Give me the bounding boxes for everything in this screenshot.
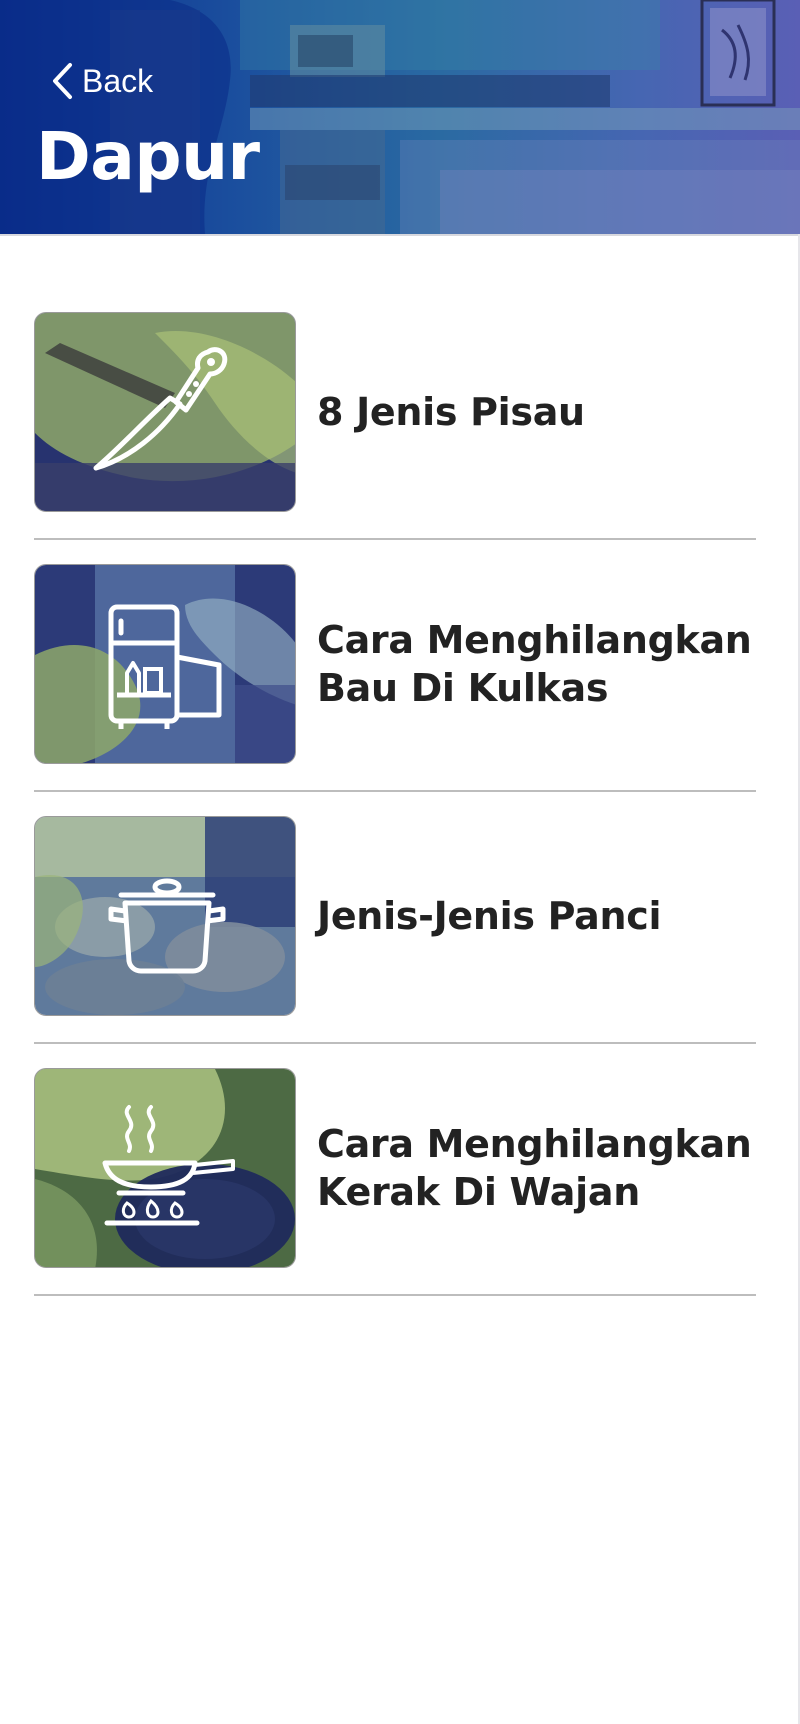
page-title: Dapur [36, 118, 260, 195]
cooking-pot-icon [108, 878, 226, 974]
list-item-title: Cara Menghilangkan Kerak Di Wajan [317, 1122, 752, 1214]
thumbnail-image [34, 816, 296, 1016]
header-banner: Back Dapur [0, 0, 800, 234]
list-divider [34, 538, 756, 540]
back-label: Back [82, 62, 154, 99]
knife-icon [93, 347, 228, 471]
header-divider [0, 234, 800, 236]
thumbnail-image [34, 564, 296, 764]
list-divider [34, 1294, 756, 1296]
list-divider [34, 790, 756, 792]
back-button[interactable]: Back [50, 58, 153, 104]
list-item-jenis-panci[interactable]: Jenis-Jenis Panci [34, 816, 756, 1016]
list-item-jenis-pisau[interactable]: 8 Jenis Pisau [34, 312, 756, 512]
chevron-left-icon [53, 63, 72, 99]
kitchen-background-image [0, 0, 800, 234]
list-divider [34, 1042, 756, 1044]
list-item-bau-kulkas[interactable]: Cara Menghilangkan Bau Di Kulkas [34, 564, 756, 764]
list-item-kerak-wajan[interactable]: Cara Menghilangkan Kerak Di Wajan [34, 1068, 756, 1268]
screen: Back Dapur 8 Jenis Pisau Cara Menghilang… [0, 0, 800, 1724]
list-item-title: Cara Menghilangkan Bau Di Kulkas [317, 618, 752, 710]
thumbnail-image [34, 312, 296, 512]
list-item-title: Jenis-Jenis Panci [317, 894, 662, 938]
frying-pan-stove-icon [102, 1105, 235, 1226]
refrigerator-icon [108, 604, 222, 729]
thumbnail-image [34, 1068, 296, 1268]
list-item-title: 8 Jenis Pisau [317, 390, 585, 434]
